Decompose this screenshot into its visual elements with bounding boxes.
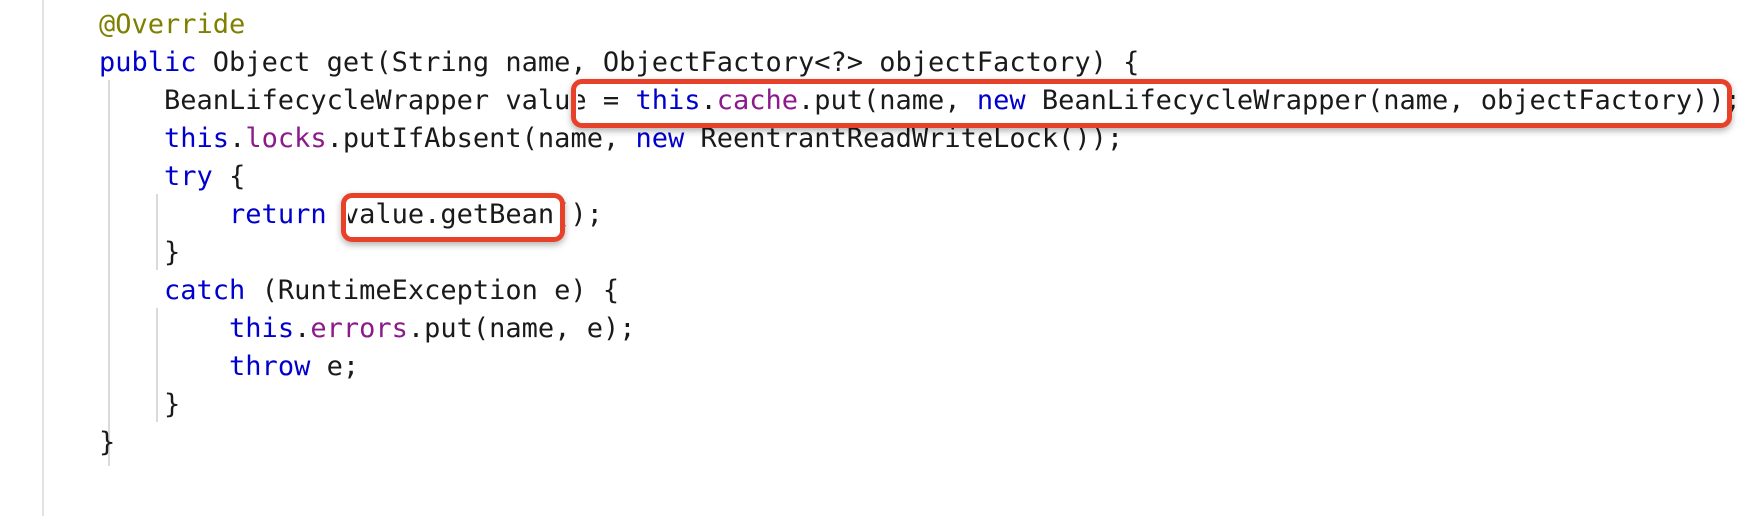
code-token: .putIfAbsent(name, (326, 123, 636, 154)
code-token: public (99, 47, 197, 78)
code-line[interactable]: } (99, 386, 180, 424)
code-token: this (164, 123, 230, 154)
code-token: this (635, 85, 701, 116)
code-line[interactable]: return value.getBean(); (99, 196, 603, 234)
code-token: locks (245, 123, 327, 154)
code-token: errors (310, 313, 408, 344)
code-token: (RuntimeException e) { (245, 275, 620, 306)
code-snippet-page: @Override public Object get(String name,… (0, 0, 1740, 516)
code-token: { (212, 161, 246, 192)
code-line[interactable]: BeanLifecycleWrapper value = this.cache.… (99, 82, 1740, 120)
code-line[interactable]: catch (RuntimeException e) { (99, 272, 619, 310)
code-line[interactable]: } (99, 234, 180, 272)
code-token: new (635, 123, 685, 154)
code-token: .put(name, (798, 85, 977, 116)
code-token: BeanLifecycleWrapper(name, objectFactory… (1025, 85, 1740, 116)
code-token: cache (716, 85, 799, 116)
code-token: Object get(String name, ObjectFactory<?>… (196, 47, 1140, 78)
code-token: } (99, 389, 181, 420)
code-line[interactable]: throw e; (99, 348, 359, 386)
code-line[interactable]: try { (99, 158, 245, 196)
code-token: throw (229, 351, 311, 382)
code-token: @Override (99, 9, 246, 40)
code-token: value.getBean(); (326, 199, 603, 230)
code-token: catch (164, 275, 246, 306)
code-token: . (700, 85, 717, 116)
code-token: ReentrantReadWriteLock()); (684, 123, 1124, 154)
code-token: e; (310, 351, 360, 382)
code-token: .put(name, e); (407, 313, 636, 344)
code-token: } (99, 427, 116, 458)
code-token: try (164, 161, 213, 192)
code-line[interactable]: this.errors.put(name, e); (99, 310, 635, 348)
code-line[interactable]: this.locks.putIfAbsent(name, new Reentra… (99, 120, 1123, 158)
code-token: } (99, 237, 181, 268)
code-token: return (229, 199, 327, 230)
code-block[interactable]: @Override public Object get(String name,… (0, 0, 1740, 532)
code-token: . (229, 123, 246, 154)
code-token: new (976, 85, 1026, 116)
code-token: . (294, 313, 311, 344)
code-line[interactable]: public Object get(String name, ObjectFac… (99, 44, 1139, 82)
code-line[interactable]: } (99, 424, 115, 462)
code-token: BeanLifecycleWrapper value = (99, 85, 636, 116)
code-line[interactable]: @Override (99, 6, 245, 44)
code-token: this (229, 313, 295, 344)
